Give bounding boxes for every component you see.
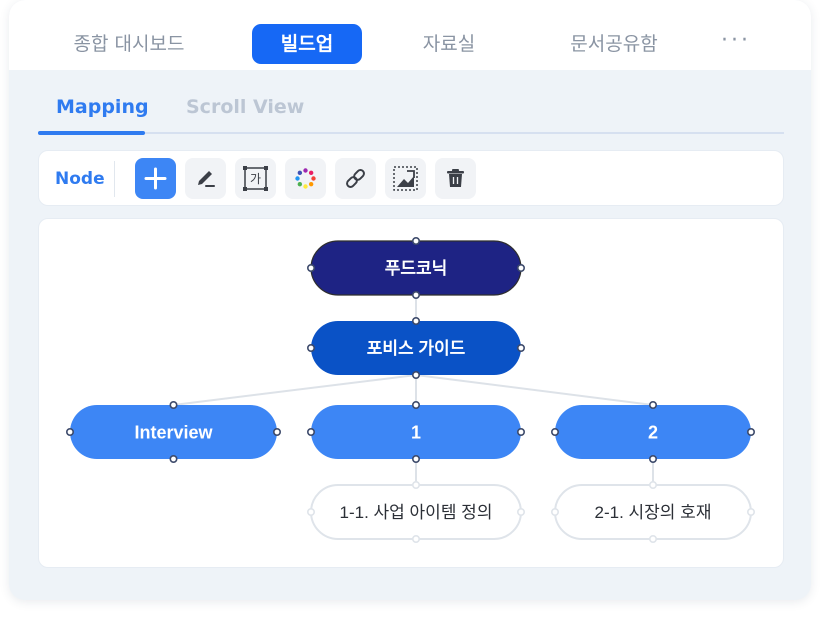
palette-dot bbox=[311, 176, 316, 181]
image-button[interactable] bbox=[385, 158, 426, 199]
node-toolbar: Node 가 bbox=[38, 150, 784, 206]
node-label: Interview bbox=[134, 422, 213, 442]
link-button[interactable] bbox=[335, 158, 376, 199]
palette-dot bbox=[303, 168, 308, 173]
palette-dot bbox=[295, 176, 300, 181]
node-handle[interactable] bbox=[516, 428, 525, 437]
node-handle[interactable] bbox=[306, 428, 315, 437]
toolbar-divider bbox=[114, 161, 115, 197]
node-handle[interactable] bbox=[306, 344, 315, 353]
node-label: 2 bbox=[648, 422, 658, 442]
node-handle[interactable] bbox=[746, 428, 755, 437]
more-menu-icon[interactable]: ··· bbox=[721, 24, 751, 64]
node-label: 1 bbox=[411, 422, 421, 442]
subtab-active-indicator bbox=[38, 131, 145, 135]
svg-text:가: 가 bbox=[250, 172, 261, 186]
color-button[interactable] bbox=[285, 158, 326, 199]
node-handle[interactable] bbox=[273, 428, 282, 437]
node-handle[interactable] bbox=[306, 263, 315, 272]
app-card: 종합 대시보드 빌드업 자료실 문서공유함 ··· Mapping Scroll… bbox=[9, 0, 811, 600]
node-handle[interactable] bbox=[411, 317, 420, 326]
mindmap-graph: 푸드코닉포비스 가이드 Interview 1 2 1-1. 사업 아이템 정의 2-1.… bbox=[65, 236, 755, 543]
nav-tab-buildup[interactable]: 빌드업 bbox=[252, 24, 362, 64]
node-handle[interactable] bbox=[516, 507, 525, 516]
palette-dot bbox=[308, 170, 314, 176]
palette-dot bbox=[297, 181, 303, 187]
top-navigation: 종합 대시보드 빌드업 자료실 문서공유함 ··· bbox=[9, 0, 811, 70]
node-handle[interactable] bbox=[550, 428, 559, 437]
node-label: 푸드코닉 bbox=[385, 259, 448, 278]
palette-dot bbox=[303, 184, 308, 189]
node-handle[interactable] bbox=[746, 507, 755, 516]
edit-node-button[interactable] bbox=[185, 158, 226, 199]
palette-dot bbox=[308, 181, 314, 187]
node-handle[interactable] bbox=[648, 480, 657, 489]
node-handle[interactable] bbox=[411, 371, 420, 380]
node-handle[interactable] bbox=[648, 401, 657, 410]
node-handle[interactable] bbox=[306, 507, 315, 516]
node-handle[interactable] bbox=[411, 236, 420, 245]
plus-icon bbox=[144, 167, 167, 190]
node-handle[interactable] bbox=[648, 534, 657, 543]
nav-tab-dashboard[interactable]: 종합 대시보드 bbox=[59, 24, 199, 64]
node-handle[interactable] bbox=[648, 455, 657, 464]
image-icon bbox=[393, 166, 418, 191]
node-n2-1[interactable]: 2-1. 시장의 호재 bbox=[550, 480, 755, 543]
node-n1-1[interactable]: 1-1. 사업 아이템 정의 bbox=[306, 480, 525, 543]
node-handle[interactable] bbox=[516, 263, 525, 272]
node-label: 1-1. 사업 아이템 정의 bbox=[340, 503, 493, 522]
node-guide[interactable]: 포비스 가이드 bbox=[306, 317, 525, 380]
delete-button[interactable] bbox=[435, 158, 476, 199]
mindmap-canvas[interactable]: 푸드코닉포비스 가이드 Interview 1 2 1-1. 사업 아이템 정의 2-1.… bbox=[38, 218, 784, 568]
link-icon bbox=[346, 169, 365, 188]
node-root[interactable]: 푸드코닉 bbox=[306, 236, 525, 300]
node-handle[interactable] bbox=[169, 455, 178, 464]
nav-tab-library[interactable]: 자료실 bbox=[404, 24, 494, 64]
text-box-icon: 가 bbox=[243, 166, 268, 191]
node-n2[interactable]: 2 bbox=[550, 401, 755, 464]
node-handle[interactable] bbox=[169, 401, 178, 410]
node-handle[interactable] bbox=[411, 534, 420, 543]
text-box-button[interactable]: 가 bbox=[235, 158, 276, 199]
trash-icon bbox=[447, 169, 464, 187]
node-label: 2-1. 시장의 호재 bbox=[595, 503, 712, 522]
edge-guide-n2 bbox=[415, 374, 654, 406]
node-handle[interactable] bbox=[550, 507, 559, 516]
edit-pen-icon bbox=[198, 171, 215, 187]
subtab-divider bbox=[38, 132, 784, 134]
node-handle[interactable] bbox=[411, 401, 420, 410]
node-label: 포비스 가이드 bbox=[367, 339, 466, 358]
node-handle[interactable] bbox=[411, 455, 420, 464]
node-handle[interactable] bbox=[516, 344, 525, 353]
subtab-mapping[interactable]: Mapping bbox=[56, 92, 149, 130]
subtab-scroll-view[interactable]: Scroll View bbox=[186, 92, 304, 130]
add-node-button[interactable] bbox=[135, 158, 176, 199]
toolbar-label: Node bbox=[55, 169, 105, 189]
node-interview[interactable]: Interview bbox=[65, 401, 282, 464]
palette-dot bbox=[297, 170, 303, 176]
node-handle[interactable] bbox=[411, 480, 420, 489]
node-n1[interactable]: 1 bbox=[306, 401, 525, 464]
nav-tab-document-share[interactable]: 문서공유함 bbox=[554, 24, 674, 64]
node-handle[interactable] bbox=[411, 291, 420, 300]
node-handle[interactable] bbox=[65, 428, 74, 437]
color-palette-icon bbox=[295, 168, 316, 189]
edge-guide-interview bbox=[173, 374, 417, 406]
